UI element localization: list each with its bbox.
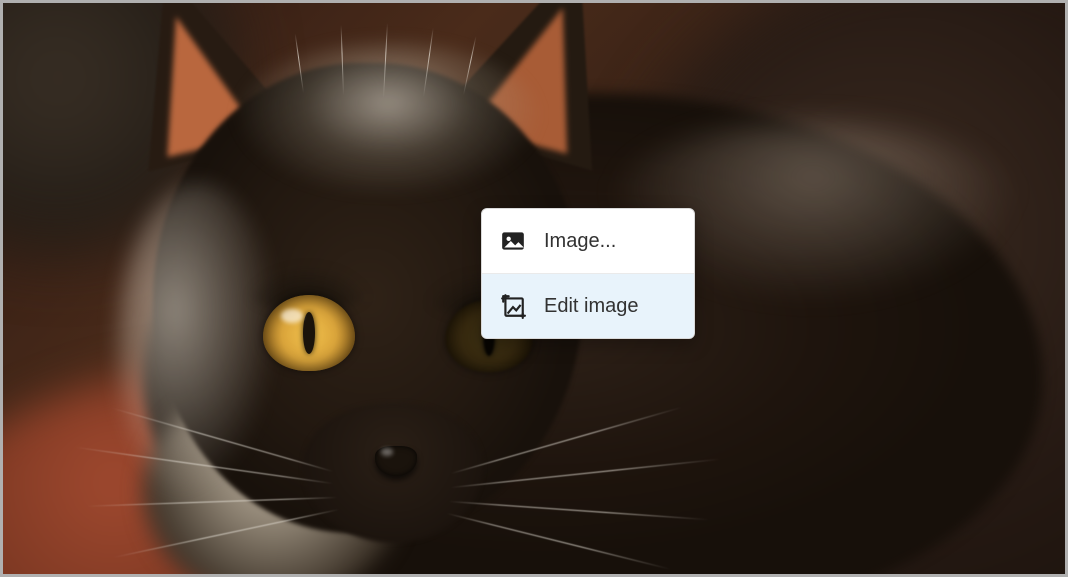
menu-item-edit-image[interactable]: Edit image xyxy=(482,273,694,338)
image-canvas[interactable]: Image... Edit image xyxy=(3,3,1065,574)
image-context-menu: Image... Edit image xyxy=(481,208,695,339)
menu-item-label: Edit image xyxy=(544,295,676,318)
cat-head-highlight xyxy=(238,43,538,193)
cat-nose-shine xyxy=(381,448,393,456)
menu-item-label: Image... xyxy=(544,230,676,253)
cat-head-rimlight xyxy=(118,183,278,503)
edit-image-icon xyxy=(500,293,526,319)
menu-item-image[interactable]: Image... xyxy=(482,209,694,273)
cat-eye-left xyxy=(263,295,355,371)
image-icon xyxy=(500,228,526,254)
